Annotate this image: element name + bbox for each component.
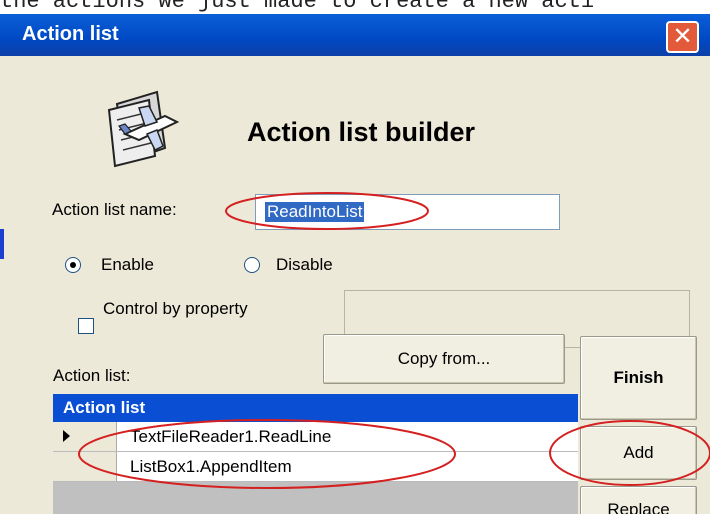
name-highlight-ellipse <box>225 192 429 230</box>
add-highlight-ellipse <box>549 420 710 486</box>
rows-highlight-ellipse <box>78 419 456 489</box>
annotation-overlay <box>78 192 710 489</box>
background-caption-text: the actions we just made to create a new… <box>0 0 595 14</box>
action-list-dialog: Action list ✕ Action list builder Action… <box>0 14 710 514</box>
